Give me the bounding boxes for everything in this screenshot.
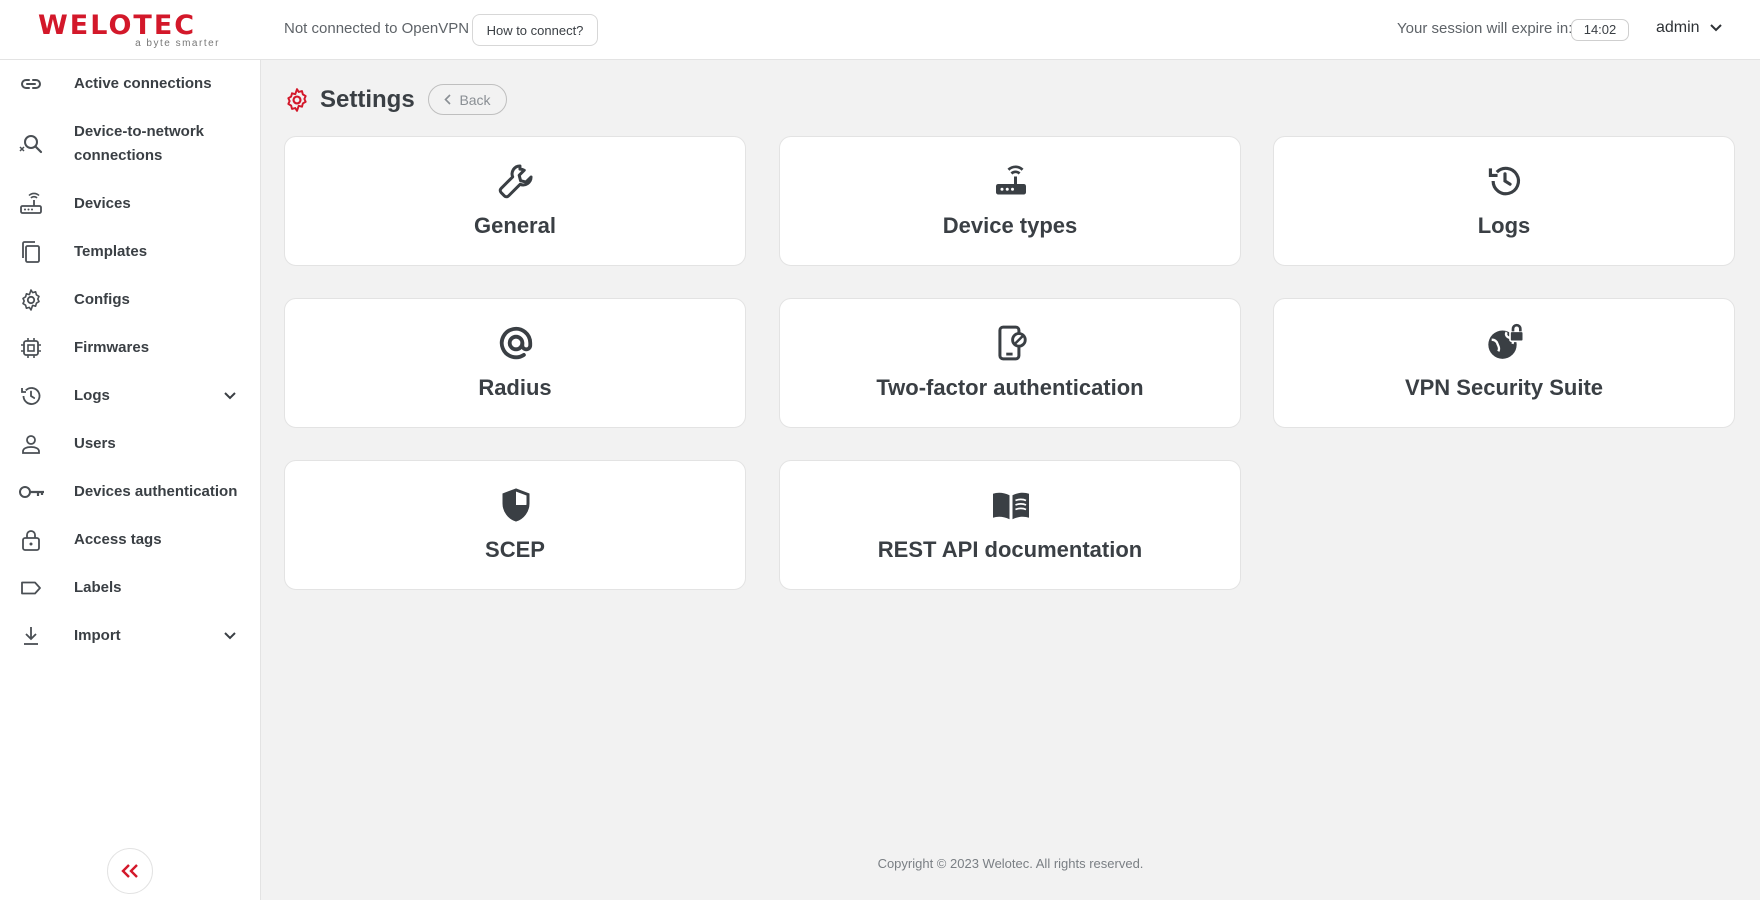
sidebar-item-label: Labels xyxy=(74,579,122,596)
router-icon xyxy=(18,191,44,217)
sidebar-item-users[interactable]: Users xyxy=(0,432,261,456)
sidebar-item-labels[interactable]: Labels xyxy=(0,576,261,600)
collapse-sidebar-button[interactable] xyxy=(107,848,153,894)
gear-icon xyxy=(287,88,307,112)
sidebar-item-label: Firmwares xyxy=(74,339,150,356)
card-label: Two-factor authentication xyxy=(876,375,1144,400)
card-label: VPN Security Suite xyxy=(1404,375,1604,400)
card-logs[interactable]: Logs xyxy=(1273,136,1735,266)
sidebar-item-label: Users xyxy=(74,435,116,452)
sidebar-item-logs[interactable]: Logs xyxy=(0,384,261,408)
card-label: Logs xyxy=(1477,213,1531,238)
how-to-connect-button[interactable]: How to connect? xyxy=(472,14,598,46)
network-search-icon xyxy=(18,132,44,158)
logo-wordmark: WELOTEC xyxy=(38,10,197,41)
sidebar-item-label: Logs xyxy=(74,387,110,404)
lock-icon xyxy=(18,527,44,553)
chevron-left-icon xyxy=(444,94,452,105)
page-title: Settings xyxy=(320,86,415,113)
wrench-icon xyxy=(496,161,536,201)
card-device-types[interactable]: Device types xyxy=(779,136,1241,266)
sidebar-item-device-to-network[interactable]: Device-to-network connections xyxy=(0,120,261,168)
sidebar-item-label: Active connections xyxy=(74,75,212,92)
history-icon xyxy=(1485,161,1525,201)
chip-icon xyxy=(18,335,44,361)
card-label: REST API documentation xyxy=(877,537,1143,562)
session-expiry-label: Your session will expire in: xyxy=(1397,20,1573,37)
gear-icon xyxy=(18,287,44,313)
label-icon xyxy=(18,575,44,601)
user-name: admin xyxy=(1656,19,1700,36)
chevron-down-icon[interactable] xyxy=(220,626,240,646)
card-rest-api-documentation[interactable]: REST API documentation xyxy=(779,460,1241,590)
user-menu[interactable]: admin xyxy=(1656,19,1722,37)
session-timer: 14:02 xyxy=(1571,19,1629,41)
sidebar-item-templates[interactable]: Templates xyxy=(0,240,261,264)
welotec-logo[interactable]: WELOTEC a byte smarter xyxy=(38,10,222,50)
sidebar-item-devices-authentication[interactable]: Devices authentication xyxy=(0,480,261,504)
book-icon xyxy=(991,485,1031,525)
card-label: SCEP xyxy=(485,537,545,562)
user-icon xyxy=(18,431,44,457)
top-bar: WELOTEC a byte smarter Not connected to … xyxy=(0,0,1760,60)
router-icon xyxy=(991,161,1031,201)
card-general[interactable]: General xyxy=(284,136,746,266)
card-label: General xyxy=(474,213,556,238)
vpn-status-text: Not connected to OpenVPN xyxy=(284,20,470,37)
sidebar: Active connections Device-to-network con… xyxy=(0,60,261,900)
copy-icon xyxy=(18,239,44,265)
phone-lock-icon xyxy=(991,323,1031,363)
sidebar-item-label: Devices authentication xyxy=(74,483,238,500)
card-radius[interactable]: Radius xyxy=(284,298,746,428)
key-icon xyxy=(18,479,46,505)
chevron-down-icon xyxy=(1709,24,1722,32)
sidebar-item-label: Devices xyxy=(74,195,131,212)
globe-lock-icon xyxy=(1485,323,1525,363)
download-icon xyxy=(18,623,44,649)
shield-icon xyxy=(496,485,536,525)
history-icon xyxy=(18,383,44,409)
at-sign-icon xyxy=(496,323,536,363)
sidebar-item-label: Templates xyxy=(74,243,148,260)
footer-copyright: Copyright © 2023 Welotec. All rights res… xyxy=(877,856,1144,871)
sidebar-item-label: Access tags xyxy=(74,531,162,548)
logo-tagline: a byte smarter xyxy=(135,38,220,49)
card-scep[interactable]: SCEP xyxy=(284,460,746,590)
card-label: Radius xyxy=(478,375,552,400)
sidebar-item-label: Import xyxy=(74,627,121,644)
card-vpn-security-suite[interactable]: VPN Security Suite xyxy=(1273,298,1735,428)
link-icon xyxy=(18,71,44,97)
sidebar-item-active-connections[interactable]: Active connections xyxy=(0,72,261,96)
card-label: Device types xyxy=(942,213,1078,238)
sidebar-item-label: Device-to-network connections xyxy=(74,123,205,164)
page-heading xyxy=(284,84,310,116)
card-two-factor-authentication[interactable]: Two-factor authentication xyxy=(779,298,1241,428)
sidebar-item-access-tags[interactable]: Access tags xyxy=(0,528,261,552)
sidebar-item-label: Configs xyxy=(74,291,130,308)
chevron-down-icon[interactable] xyxy=(220,386,240,406)
double-chevron-left-icon xyxy=(121,864,138,878)
sidebar-item-configs[interactable]: Configs xyxy=(0,288,261,312)
sidebar-item-devices[interactable]: Devices xyxy=(0,192,261,216)
sidebar-item-import[interactable]: Import xyxy=(0,624,261,648)
back-button[interactable]: Back xyxy=(428,84,507,115)
back-button-label: Back xyxy=(459,91,491,108)
sidebar-item-firmwares[interactable]: Firmwares xyxy=(0,336,261,360)
